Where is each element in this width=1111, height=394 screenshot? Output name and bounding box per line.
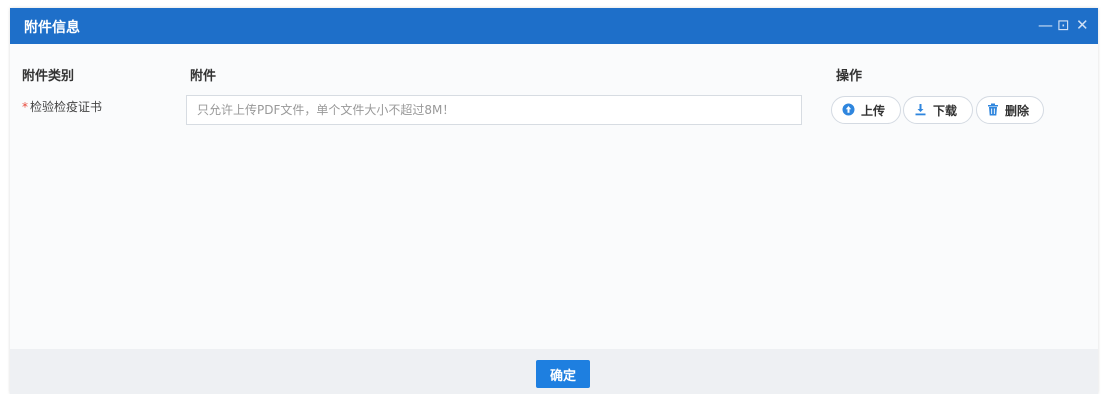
trash-icon bbox=[987, 103, 999, 118]
delete-label: 删除 bbox=[1005, 103, 1030, 118]
dialog-title: 附件信息 bbox=[24, 20, 80, 36]
minimize-icon[interactable]: — bbox=[1038, 17, 1053, 33]
upload-button[interactable]: 上传 bbox=[831, 96, 901, 124]
maximize-icon[interactable]: ⊡ bbox=[1057, 17, 1070, 33]
upload-label: 上传 bbox=[861, 103, 886, 118]
header-operations: 操作 bbox=[836, 69, 863, 84]
download-label: 下载 bbox=[933, 103, 958, 118]
delete-button[interactable]: 删除 bbox=[976, 96, 1044, 124]
dialog-titlebar: 附件信息 — ⊡ ✕ bbox=[10, 8, 1098, 44]
download-icon bbox=[914, 103, 927, 118]
confirm-button[interactable]: 确定 bbox=[536, 360, 590, 388]
row-category-label: * 检验检疫证书 bbox=[22, 98, 102, 115]
dialog-footer: 确定 bbox=[10, 349, 1098, 394]
close-icon[interactable]: ✕ bbox=[1076, 17, 1089, 33]
download-button[interactable]: 下载 bbox=[903, 96, 973, 124]
required-mark: * bbox=[22, 100, 28, 114]
attachment-dialog: 附件信息 — ⊡ ✕ 附件类别 附件 操作 *检验检疫证书 上传 下载 删除 确… bbox=[10, 8, 1098, 394]
header-attachment: 附件 bbox=[190, 69, 217, 84]
category-text: 检验检疫证书 bbox=[30, 100, 103, 114]
header-attachment-category: 附件类别 bbox=[22, 69, 75, 84]
upload-circle-icon bbox=[842, 103, 855, 118]
file-input[interactable] bbox=[186, 95, 802, 125]
